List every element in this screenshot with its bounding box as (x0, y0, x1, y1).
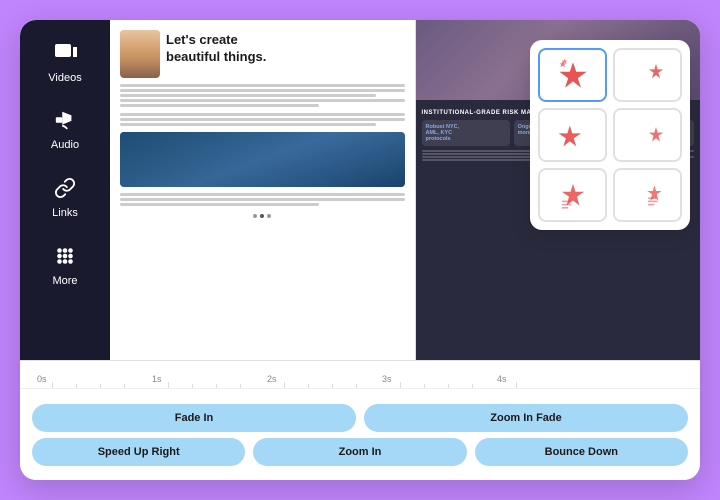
page-header: Let's createbeautiful things. (120, 30, 405, 78)
ruler-label-2s: 2s (267, 374, 277, 384)
top-area: Videos Audio (20, 20, 700, 360)
star-cell-striped[interactable] (613, 168, 682, 222)
body-text-block-2 (120, 113, 405, 126)
content-area: Let's createbeautiful things. (110, 20, 700, 360)
speed-up-right-button[interactable]: Speed Up Right (32, 438, 245, 466)
ruler-label-4s: 4s (497, 374, 507, 384)
timeline-ruler: 0s 1s 2s 3s 4s (20, 361, 700, 389)
star-cell-expand[interactable] (538, 48, 607, 102)
star-cell-lines[interactable] (538, 168, 607, 222)
dot-3 (267, 214, 271, 218)
ruler-label-1s: 1s (152, 374, 162, 384)
body-text-block-3 (120, 193, 405, 206)
animation-row-2: Speed Up Right Zoom In Bounce Down (32, 438, 688, 466)
star-cell-right-small[interactable] (613, 108, 682, 162)
profile-image (120, 30, 160, 78)
sidebar-item-more-label: More (52, 275, 77, 287)
book-headline: Let's createbeautiful things. (166, 32, 405, 66)
star-picker-panel (530, 40, 690, 230)
sidebar-item-videos-label: Videos (48, 72, 81, 84)
sidebar-item-more[interactable]: More (29, 234, 101, 298)
dot-1 (253, 214, 257, 218)
sidebar-item-videos[interactable]: Videos (29, 30, 101, 94)
bounce-down-button[interactable]: Bounce Down (475, 438, 688, 466)
sidebar-item-audio[interactable]: Audio (29, 98, 101, 162)
star-cell-left[interactable] (538, 108, 607, 162)
star-cell-small[interactable] (613, 48, 682, 102)
sidebar: Videos Audio (20, 20, 110, 360)
links-icon (54, 177, 76, 203)
sidebar-item-links[interactable]: Links (29, 166, 101, 230)
animation-buttons: Fade In Zoom In Fade Speed Up Right Zoom… (20, 389, 700, 480)
audio-icon (54, 109, 76, 135)
rp-card-1: Robust NYC,AML, KYCprotocols (422, 120, 510, 146)
fade-in-button[interactable]: Fade In (32, 404, 356, 432)
timeline-area: 0s 1s 2s 3s 4s (20, 360, 700, 480)
more-icon (54, 245, 76, 271)
hands-image (120, 132, 405, 187)
main-container: Videos Audio (20, 20, 700, 480)
animation-row-1: Fade In Zoom In Fade (32, 404, 688, 432)
ruler-label-0s: 0s (37, 374, 47, 384)
zoom-in-button[interactable]: Zoom In (253, 438, 466, 466)
page-dots (120, 212, 405, 220)
book-left-page: Let's createbeautiful things. (110, 20, 416, 360)
ruler-label-3s: 3s (382, 374, 392, 384)
sidebar-item-audio-label: Audio (51, 139, 79, 151)
body-text-block-1 (120, 84, 405, 107)
sidebar-item-links-label: Links (52, 207, 78, 219)
rp-card-1-title: Robust NYC,AML, KYCprotocols (426, 124, 506, 142)
zoom-in-fade-button[interactable]: Zoom In Fade (364, 404, 688, 432)
ruler-container: 0s 1s 2s 3s 4s (32, 361, 688, 388)
videos-icon (53, 40, 77, 68)
dot-2 (260, 214, 264, 218)
